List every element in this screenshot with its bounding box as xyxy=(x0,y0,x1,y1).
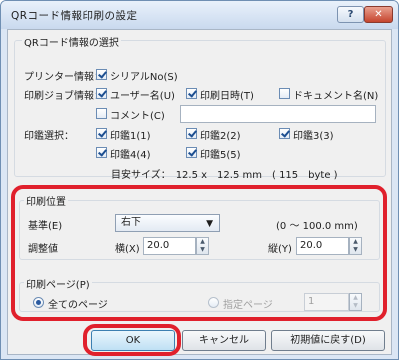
reset-defaults-button[interactable]: 初期値に戻す(D) xyxy=(271,330,385,351)
highlight-print-settings xyxy=(11,185,387,321)
document-name-label[interactable]: ドキュメント名(N) xyxy=(293,87,378,102)
stamp5-label[interactable]: 印鑑5(5) xyxy=(200,146,241,161)
stamp-select-label: 印鑑選択： xyxy=(24,131,74,142)
stamp2-checkbox[interactable] xyxy=(186,128,197,139)
window-title: QRコード情報印刷の設定 xyxy=(11,10,138,22)
stamp1-checkbox[interactable] xyxy=(96,128,107,139)
stamp3-checkbox[interactable] xyxy=(279,128,290,139)
help-button[interactable]: ? xyxy=(337,6,364,23)
stamp3-label[interactable]: 印鑑3(3) xyxy=(293,127,334,142)
stamp4-label[interactable]: 印鑑4(4) xyxy=(110,146,151,161)
close-button[interactable]: ✕ xyxy=(364,6,393,23)
dialog-client: QRコード情報の選択 プリンター情報： シリアルNo(S) 印刷ジョブ情報： ユ… xyxy=(7,29,392,356)
title-bar[interactable]: QRコード情報印刷の設定 ? ✕ xyxy=(1,1,398,29)
comment-checkbox[interactable] xyxy=(96,108,107,119)
username-label[interactable]: ユーザー名(U) xyxy=(110,87,175,102)
qr-select-group-label: QRコード情報の選択 xyxy=(22,34,121,49)
username-checkbox[interactable] xyxy=(96,88,107,99)
comment-label[interactable]: コメント(C) xyxy=(110,107,165,122)
printer-info-label: プリンター情報： xyxy=(24,72,104,83)
job-info-label: 印刷ジョブ情報： xyxy=(24,91,104,102)
stamp4-checkbox[interactable] xyxy=(96,147,107,158)
serial-no-checkbox[interactable] xyxy=(96,69,107,80)
stamp2-label[interactable]: 印鑑2(2) xyxy=(200,127,241,142)
estimated-size-text: 目安サイズ： 12.5 x 12.5 mm ( 115 byte ) xyxy=(111,170,338,181)
dialog-window: QRコード情報印刷の設定 ? ✕ QRコード情報の選択 プリンター情報： シリア… xyxy=(0,0,399,360)
cancel-button[interactable]: キャンセル xyxy=(182,330,266,351)
comment-input[interactable] xyxy=(180,105,376,123)
stamp1-label[interactable]: 印鑑1(1) xyxy=(110,127,151,142)
serial-no-label[interactable]: シリアルNo(S) xyxy=(110,68,178,83)
document-name-checkbox[interactable] xyxy=(279,88,290,99)
stamp5-checkbox[interactable] xyxy=(186,147,197,158)
print-datetime-checkbox[interactable] xyxy=(186,88,197,99)
highlight-ok-button xyxy=(83,324,181,356)
print-datetime-label[interactable]: 印刷日時(T) xyxy=(200,87,254,102)
